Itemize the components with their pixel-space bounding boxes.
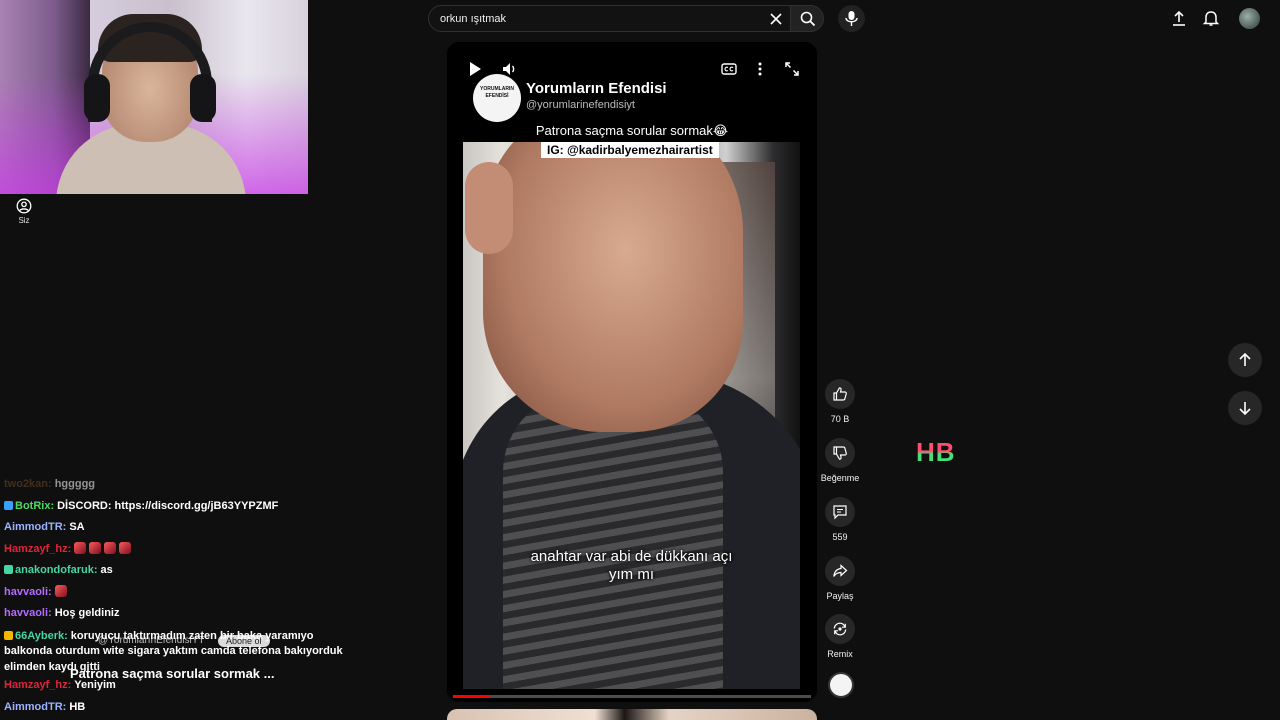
comments-button[interactable]: 559 [820, 497, 860, 542]
play-icon[interactable] [466, 60, 484, 78]
thumbs-up-icon [833, 387, 847, 401]
next-short-preview[interactable] [447, 709, 817, 720]
chat-username[interactable]: BotRix: [15, 500, 54, 512]
notifications-bell-icon[interactable] [1202, 9, 1220, 27]
chat-text: Hoş geldiniz [54, 607, 120, 619]
search-icon [800, 11, 816, 27]
chat-message: Hamzayf_hz: [4, 539, 374, 561]
chat-username[interactable]: Hamzayf_hz: [4, 679, 71, 691]
fullscreen-icon[interactable] [783, 60, 801, 78]
chat-text: SA [69, 521, 85, 533]
chat-emote-icon [89, 541, 102, 554]
chat-emote-icon [54, 584, 67, 597]
webcam-overlay [0, 0, 308, 194]
close-icon[interactable] [768, 11, 784, 27]
chat-message: havvaoli: [4, 582, 374, 604]
chat-badge-icon [4, 630, 13, 640]
video-person-face [483, 142, 743, 432]
video-person-shirt [503, 392, 723, 689]
search-button[interactable] [790, 5, 824, 32]
chat-username[interactable]: Hamzayf_hz: [4, 543, 71, 555]
arrow-down-icon [1239, 402, 1251, 416]
caption-line-2: yım mı [609, 566, 654, 583]
shorts-player[interactable]: YORUMLARIN EFENDİSİ Yorumların Efendisi … [447, 42, 817, 702]
subscribe-button[interactable]: Abone ol [218, 635, 270, 647]
share-label: Paylaş [826, 591, 854, 601]
comment-count: 559 [832, 532, 848, 542]
chat-emote-icon [104, 541, 117, 554]
chat-username[interactable]: havvaoli: [4, 607, 52, 619]
chat-message: BotRix: DİSCORD: https://discord.gg/jB63Y… [4, 496, 374, 518]
video-person-ear [465, 162, 513, 254]
sidebar-item-label: Siz [18, 216, 30, 225]
chat-badge-icon [4, 500, 13, 510]
remix-button[interactable]: Remix [820, 614, 860, 659]
chat-username[interactable]: havvaoli: [4, 586, 52, 598]
headset-earcup-right [190, 74, 216, 122]
video-frame[interactable]: IG: @kadirbalyemezhairartist anahtar var… [463, 142, 800, 689]
chat-text: hggggg [54, 478, 96, 490]
remix-label: Remix [827, 649, 853, 659]
chat-username[interactable]: AimmodTR: [4, 521, 66, 533]
share-button[interactable]: Paylaş [820, 556, 860, 601]
search-input[interactable]: orkun ışıtmak [428, 5, 790, 32]
chat-message: havvaoli: Hoş geldiniz [4, 603, 374, 625]
account-avatar[interactable] [1239, 8, 1260, 29]
remix-icon [833, 622, 847, 636]
instagram-tag: IG: @kadirbalyemezhairartist [541, 142, 719, 158]
chat-message: AimmodTR: HB [4, 697, 374, 719]
previous-short-button[interactable] [1228, 343, 1262, 377]
channel-name[interactable]: Yorumların Efendisi [526, 80, 667, 97]
short-channel-handle: @YorumlarınEfendisiYT [98, 635, 205, 646]
chat-text: as [100, 564, 113, 576]
more-options-icon[interactable] [751, 60, 769, 78]
video-caption: anahtar var abi de dükkanı açı yım mı [463, 548, 800, 584]
chat-username[interactable]: two2kan: [4, 478, 52, 490]
chat-message: AimmodTR: SA [4, 517, 374, 539]
chat-username[interactable]: 66Ayberk: [15, 630, 68, 642]
sidebar-item-you[interactable]: Siz [8, 198, 40, 225]
thumbs-down-icon [833, 446, 847, 460]
next-short-button[interactable] [1228, 391, 1262, 425]
hb-overlay-text: HB [916, 437, 956, 467]
channel-logo[interactable]: YORUMLARIN EFENDİSİ [473, 74, 521, 122]
chat-username[interactable]: AimmodTR: [4, 701, 66, 713]
progress-fill [453, 695, 489, 698]
microphone-icon [845, 11, 858, 26]
stream-chat: two2kan: hggggg BotRix: DİSCORD: https://di… [4, 474, 374, 718]
dislike-button[interactable]: Beğenme [820, 438, 860, 483]
captions-icon[interactable] [720, 60, 738, 78]
channel-handle: @yorumlarinefendisiyt [526, 99, 635, 111]
chat-username[interactable]: anakondofaruk: [15, 564, 98, 576]
chat-badge-icon [4, 565, 13, 574]
like-count: 70 B [830, 414, 850, 424]
comment-icon [833, 505, 847, 520]
caption-line-1: anahtar var abi de dükkanı açı [530, 548, 733, 565]
dislike-label: Beğenme [820, 473, 860, 483]
account-circle-icon [16, 198, 32, 214]
upload-icon[interactable] [1170, 9, 1188, 27]
chat-emote-icon [74, 541, 87, 554]
channel-logo-text: YORUMLARIN EFENDİSİ [480, 86, 514, 99]
headset-earcup-left [84, 74, 110, 122]
short-title: Patrona saçma sorular sormak ... [70, 666, 275, 681]
progress-bar[interactable] [453, 695, 811, 698]
search-query: orkun ışıtmak [440, 13, 507, 25]
chat-text: HB [69, 700, 86, 713]
voice-search-button[interactable] [838, 5, 865, 32]
channel-avatar-small[interactable] [828, 672, 854, 698]
arrow-up-icon [1239, 352, 1251, 366]
share-icon [833, 564, 848, 577]
video-title: Patrona saçma sorular sormak😂 [535, 123, 729, 138]
chat-message: two2kan: hggggg [4, 474, 374, 496]
chat-emote-icon [119, 541, 132, 554]
chat-text: DİSCORD: https://discord.gg/jB63YYPZMF [57, 499, 279, 512]
chat-message: anakondofaruk: as [4, 560, 374, 582]
like-button[interactable]: 70 B [820, 379, 860, 424]
